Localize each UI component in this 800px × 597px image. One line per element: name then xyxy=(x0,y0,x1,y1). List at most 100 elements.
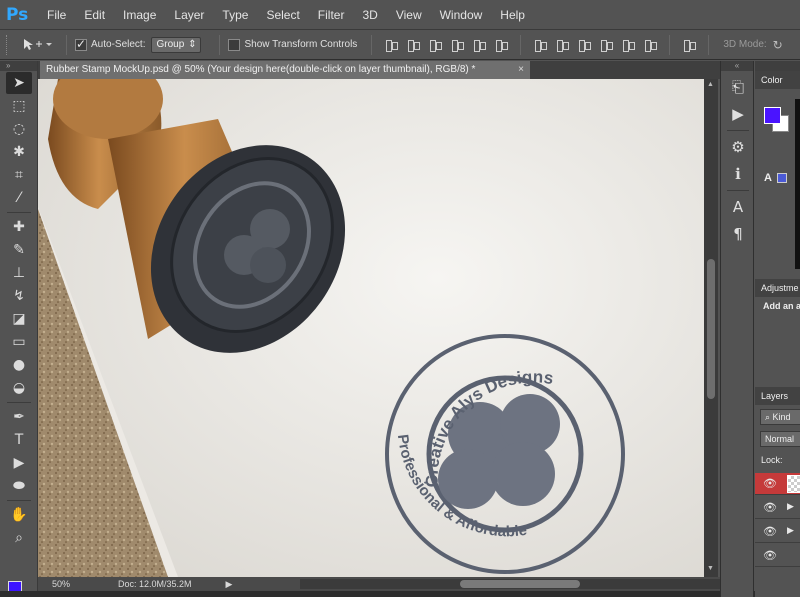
menu-type[interactable]: Type xyxy=(213,0,257,30)
visibility-eye-icon[interactable]: 👁 xyxy=(763,525,777,538)
blend-mode-dropdown[interactable]: Normal xyxy=(760,431,800,447)
visibility-eye-icon[interactable]: 👁 xyxy=(763,477,777,490)
menu-image[interactable]: Image xyxy=(114,0,165,30)
tab-layers[interactable]: Layers xyxy=(755,387,800,405)
tab-color[interactable]: Color xyxy=(755,71,800,89)
group-expand-icon[interactable]: ▶ xyxy=(787,525,794,536)
type-tool-icon[interactable]: T xyxy=(6,429,32,451)
menu-help[interactable]: Help xyxy=(491,0,534,30)
tab-adjustments[interactable]: Adjustme xyxy=(755,279,800,297)
ellipse-tool-icon[interactable]: ⬬ xyxy=(6,475,32,497)
actions-play-icon[interactable]: ▶ xyxy=(727,103,749,125)
distribute-vcenter-icon[interactable] xyxy=(555,38,570,52)
tools-separator xyxy=(7,212,31,213)
distribute-bottom-icon[interactable] xyxy=(577,38,592,52)
layer-row[interactable]: 👁 xyxy=(755,473,800,495)
align-right-edges-icon[interactable] xyxy=(494,38,509,52)
crop-tool-icon[interactable]: ⌗ xyxy=(6,164,32,186)
dock-separator xyxy=(727,130,749,131)
menu-3d[interactable]: 3D xyxy=(353,0,386,30)
visibility-eye-icon[interactable]: 👁 xyxy=(763,549,777,562)
paragraph-panel-icon[interactable]: ¶ xyxy=(727,223,749,245)
marquee-tool-icon[interactable]: ⬚ xyxy=(6,95,32,117)
horizontal-scroll-thumb[interactable] xyxy=(460,580,580,588)
vertical-scrollbar[interactable]: ▲ ▼ xyxy=(704,79,718,577)
foreground-color-swatch[interactable] xyxy=(764,107,781,124)
align-bottom-edges-icon[interactable] xyxy=(428,38,443,52)
visibility-eye-icon[interactable]: 👁 xyxy=(763,501,777,514)
tools-collapse-bar[interactable]: » xyxy=(0,61,37,71)
pen-tool-icon[interactable]: ✒ xyxy=(6,406,32,428)
align-horizontal-centers-icon[interactable] xyxy=(472,38,487,52)
status-bar: 50% Doc: 12.0M/35.2M ▶ xyxy=(38,577,736,591)
align-left-edges-icon[interactable] xyxy=(450,38,465,52)
eraser-tool-icon[interactable]: ◪ xyxy=(6,308,32,330)
properties-panel-icon[interactable]: ⚙ xyxy=(727,136,749,158)
tools-panel: » ➤ ⬚ ◌ ✱ ⌗ ⁄ ✚ ✎ ⊥ ↯ ◪ ▭ ● ◒ ✒ T ▶ ⬬ ✋ … xyxy=(0,61,38,597)
scroll-down-icon[interactable]: ▼ xyxy=(707,565,715,572)
healing-brush-tool-icon[interactable]: ✚ xyxy=(6,216,32,238)
group-expand-icon[interactable]: ▶ xyxy=(787,501,794,512)
options-separator xyxy=(520,34,522,55)
gamut-warning-swatch[interactable] xyxy=(777,173,787,183)
3d-orbit-icon[interactable]: ↻ xyxy=(773,38,783,52)
hand-tool-icon[interactable]: ✋ xyxy=(6,504,32,526)
info-icon[interactable]: ℹ xyxy=(727,163,749,185)
color-spectrum[interactable] xyxy=(795,99,800,269)
menu-window[interactable]: Window xyxy=(431,0,492,30)
distribute-hcenter-icon[interactable] xyxy=(621,38,636,52)
menu-filter[interactable]: Filter xyxy=(309,0,354,30)
blur-tool-icon[interactable]: ● xyxy=(6,354,32,376)
move-tool-icon[interactable]: ➤ xyxy=(6,72,32,94)
options-separator xyxy=(371,34,373,55)
distribute-top-icon[interactable] xyxy=(533,38,548,52)
character-panel-icon[interactable]: A xyxy=(727,196,749,218)
layer-row[interactable]: 👁 xyxy=(755,545,800,567)
horizontal-scrollbar[interactable] xyxy=(300,579,736,589)
document-tab-bar: Rubber Stamp MockUp.psd @ 50% (Your desi… xyxy=(38,61,720,79)
quick-select-tool-icon[interactable]: ✱ xyxy=(6,141,32,163)
zoom-tool-icon[interactable]: ⌕ xyxy=(6,527,32,549)
align-vertical-centers-icon[interactable] xyxy=(406,38,421,52)
menu-select[interactable]: Select xyxy=(257,0,308,30)
tool-preset-picker[interactable] xyxy=(22,35,58,55)
brush-tool-icon[interactable]: ✎ xyxy=(6,239,32,261)
options-grip[interactable] xyxy=(6,34,10,55)
document-canvas[interactable]: Creative Alys Designs Professional & Aff… xyxy=(38,79,704,577)
tools-separator xyxy=(7,402,31,403)
layer-kind-filter[interactable]: ⌕ Kind xyxy=(760,409,800,425)
dock-collapse-bar[interactable]: « xyxy=(721,61,753,71)
close-icon[interactable]: × xyxy=(518,61,524,79)
menu-layer[interactable]: Layer xyxy=(165,0,213,30)
dodge-tool-icon[interactable]: ◒ xyxy=(6,377,32,399)
distribute-left-icon[interactable] xyxy=(599,38,614,52)
scroll-up-icon[interactable]: ▲ xyxy=(707,81,715,88)
path-select-tool-icon[interactable]: ▶ xyxy=(6,452,32,474)
menu-view[interactable]: View xyxy=(387,0,431,30)
menu-edit[interactable]: Edit xyxy=(75,0,114,30)
history-panel-icon[interactable]: ⎗ xyxy=(727,76,749,98)
panel-icon-dock: « ⎗ ▶ ⚙ ℹ A ¶ xyxy=(720,61,754,597)
zoom-level[interactable]: 50% xyxy=(38,579,78,589)
clone-stamp-tool-icon[interactable]: ⊥ xyxy=(6,262,32,284)
menu-file[interactable]: File xyxy=(38,0,75,30)
show-transform-checkbox[interactable] xyxy=(228,38,241,51)
auto-align-layers-icon[interactable] xyxy=(682,38,697,52)
vertical-scroll-thumb[interactable] xyxy=(707,259,715,399)
document-tab[interactable]: Rubber Stamp MockUp.psd @ 50% (Your desi… xyxy=(40,61,530,79)
layer-row[interactable]: 👁 ▶ xyxy=(755,521,800,543)
gradient-tool-icon[interactable]: ▭ xyxy=(6,331,32,353)
layers-panel: ⌕ Kind Normal Lock: 👁 👁 ▶ 👁 ▶ 👁 xyxy=(755,405,800,597)
auto-select-checkbox[interactable] xyxy=(75,37,87,51)
history-brush-tool-icon[interactable]: ↯ xyxy=(6,285,32,307)
auto-select-target-dropdown[interactable]: Group ⇕ xyxy=(151,36,202,53)
layer-row[interactable]: 👁 ▶ xyxy=(755,497,800,519)
layer-thumbnail[interactable] xyxy=(787,475,800,493)
options-bar: Auto-Select: Group ⇕ Show Transform Cont… xyxy=(0,30,800,60)
distribute-right-icon[interactable] xyxy=(643,38,658,52)
align-top-edges-icon[interactable] xyxy=(384,38,399,52)
eyedropper-tool-icon[interactable]: ⁄ xyxy=(6,187,32,209)
dropdown-arrows-icon: ⇕ xyxy=(188,39,197,50)
lasso-tool-icon[interactable]: ◌ xyxy=(6,118,32,140)
status-menu-arrow-icon[interactable]: ▶ xyxy=(226,579,233,590)
